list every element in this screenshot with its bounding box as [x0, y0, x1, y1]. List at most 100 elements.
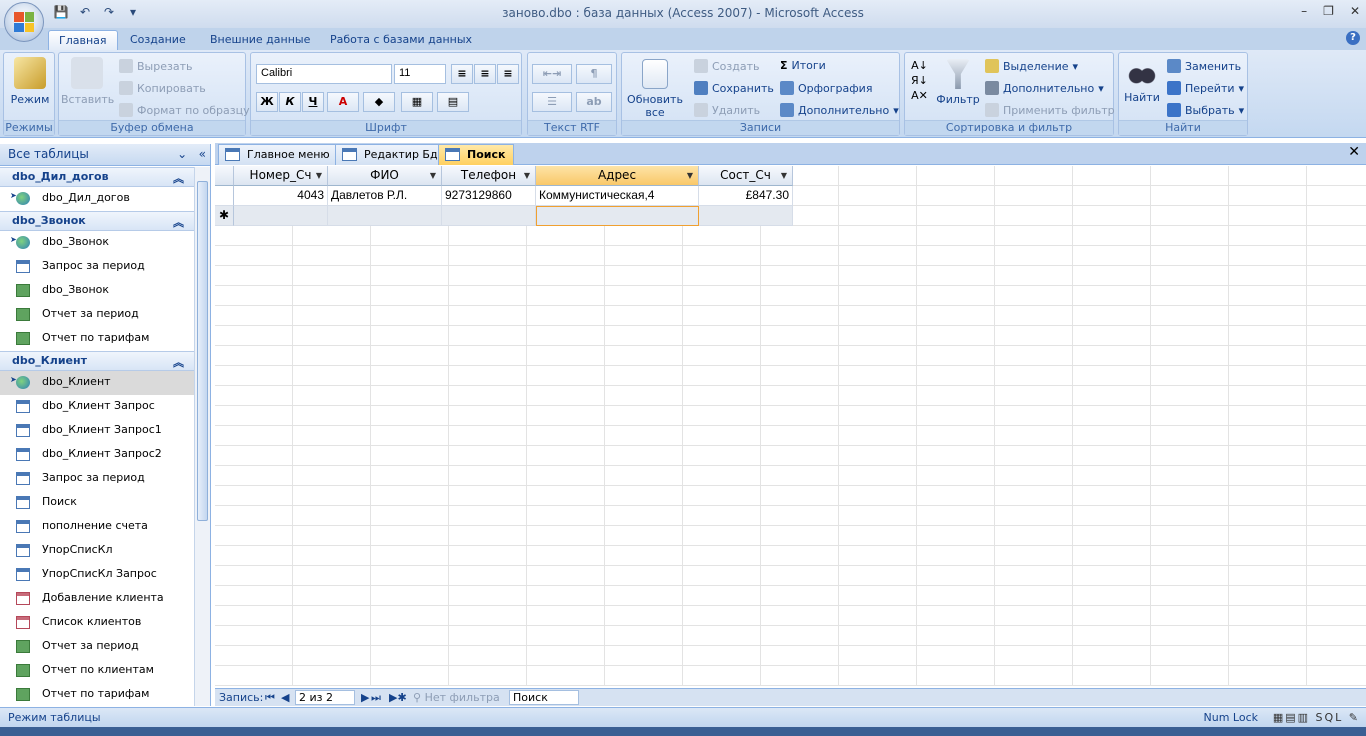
last-record-icon[interactable]: ⏭ — [371, 691, 381, 705]
tab-home[interactable]: Главная — [48, 30, 118, 50]
copy-button[interactable]: Копировать — [119, 81, 206, 95]
nav-group-header[interactable]: dbo_Звонок ︽ — [0, 211, 194, 231]
paragraph-icon[interactable]: ¶ — [576, 64, 612, 84]
font-size-select[interactable]: 11 — [394, 64, 446, 84]
tab-external-data[interactable]: Внешние данные — [200, 30, 320, 50]
replace-button[interactable]: Заменить — [1167, 59, 1241, 73]
new-row-cell[interactable] — [442, 206, 536, 226]
totals-button[interactable]: Σ Итоги — [780, 59, 826, 72]
nav-item[interactable]: Список клиентов — [0, 611, 194, 635]
new-row-selector[interactable]: ✱ — [215, 206, 234, 226]
document-tab[interactable]: Редактир Бд — [335, 144, 447, 165]
close-document-icon[interactable]: ✕ — [1348, 144, 1360, 160]
advanced-filter-button[interactable]: Дополнительно ▾ — [985, 81, 1104, 95]
column-header[interactable]: Адрес ▼ — [536, 166, 699, 186]
sort-descending-icon[interactable]: Я↓ — [911, 74, 928, 87]
collapse-chevron-icon[interactable]: ︽ — [173, 170, 184, 186]
shutter-bar-close-icon[interactable]: « — [199, 147, 206, 161]
document-tab[interactable]: Поиск — [438, 144, 515, 165]
column-dropdown-icon[interactable]: ▼ — [430, 166, 436, 185]
nav-menu-chevron-icon[interactable]: ⌄ — [177, 147, 187, 161]
nav-item[interactable]: Запрос за период — [0, 467, 194, 491]
document-tab[interactable]: Главное меню — [218, 144, 339, 165]
column-header[interactable]: Телефон ▼ — [442, 166, 536, 186]
list-icon[interactable]: ☰ — [532, 92, 572, 112]
nav-item[interactable]: Отчет по тарифам — [0, 683, 194, 706]
alternate-fill-icon[interactable]: ▤ — [437, 92, 469, 112]
format-painter-button[interactable]: Формат по образцу — [119, 103, 250, 117]
font-color-icon[interactable]: A — [327, 92, 359, 112]
row-selector[interactable] — [215, 186, 234, 206]
view-button[interactable]: Режим — [8, 57, 52, 106]
column-header[interactable]: ФИО ▼ — [328, 166, 442, 186]
nav-group-header[interactable]: dbo_Дил_догов ︽ — [0, 167, 194, 187]
table-cell[interactable]: Коммунистическая,4 — [536, 186, 699, 206]
nav-item[interactable]: dbo_Клиент Запрос2 — [0, 443, 194, 467]
table-cell[interactable]: £847.30 — [699, 186, 793, 206]
nav-item[interactable]: Запрос за период — [0, 255, 194, 279]
indent-icon[interactable]: ⇤⇥ — [532, 64, 572, 84]
column-dropdown-icon[interactable]: ▼ — [316, 166, 322, 185]
column-dropdown-icon[interactable]: ▼ — [524, 166, 530, 185]
nav-group-header[interactable]: dbo_Клиент ︽ — [0, 351, 194, 371]
highlight-icon[interactable]: ab — [576, 92, 612, 112]
bold-button[interactable]: Ж — [256, 92, 278, 112]
nav-pane-header[interactable]: Все таблицы ⌄ « — [0, 144, 210, 166]
current-record-field[interactable]: 2 из 2 — [295, 690, 355, 705]
nav-item[interactable]: dbo_Клиент Запрос1 — [0, 419, 194, 443]
nav-item[interactable]: Отчет по клиентам — [0, 659, 194, 683]
column-dropdown-icon[interactable]: ▼ — [687, 166, 693, 185]
table-cell[interactable]: 4043 — [234, 186, 328, 206]
nav-item[interactable]: Поиск — [0, 491, 194, 515]
no-filter-indicator[interactable]: ⚲ Нет фильтра — [413, 691, 500, 704]
more-records-button[interactable]: Дополнительно ▾ — [780, 103, 899, 117]
align-left-icon[interactable]: ≡ — [451, 64, 473, 84]
filter-button[interactable]: Фильтр — [935, 59, 981, 106]
underline-button[interactable]: Ч — [302, 92, 324, 112]
cut-button[interactable]: Вырезать — [119, 59, 192, 73]
fill-color-icon[interactable]: ◆ — [363, 92, 395, 112]
gridlines-icon[interactable]: ▦ — [401, 92, 433, 112]
view-switcher-icons[interactable]: ▦▤▥ SQL ✎ — [1273, 711, 1360, 724]
column-header[interactable]: Сост_Сч ▼ — [699, 166, 793, 186]
tab-create[interactable]: Создание — [120, 30, 196, 50]
align-right-icon[interactable]: ≡ — [497, 64, 519, 84]
nav-item[interactable]: Отчет за период — [0, 635, 194, 659]
align-center-icon[interactable]: ≡ — [474, 64, 496, 84]
nav-item[interactable]: УпорСписКл Запрос — [0, 563, 194, 587]
collapse-chevron-icon[interactable]: ︽ — [173, 354, 184, 370]
tab-database-tools[interactable]: Работа с базами данных — [320, 30, 482, 50]
column-header[interactable]: Номер_Сч ▼ — [234, 166, 328, 186]
save-record-button[interactable]: Сохранить — [694, 81, 774, 95]
office-button[interactable] — [4, 2, 44, 42]
refresh-all-button[interactable]: Обновить все — [626, 59, 684, 119]
restore-button[interactable]: ❐ — [1323, 4, 1334, 18]
selection-button[interactable]: Выделение ▾ — [985, 59, 1078, 73]
font-name-select[interactable]: Calibri — [256, 64, 392, 84]
toggle-filter-button[interactable]: Применить фильтр — [985, 103, 1115, 117]
nav-item[interactable]: Добавление клиента — [0, 587, 194, 611]
nav-pane-scrollbar[interactable] — [194, 167, 210, 706]
nav-item[interactable]: dbo_Звонок — [0, 279, 194, 303]
goto-button[interactable]: Перейти ▾ — [1167, 81, 1244, 95]
new-record-icon[interactable]: ▶✱ — [389, 691, 407, 704]
first-record-icon[interactable]: ⏮ — [265, 691, 275, 705]
select-button[interactable]: Выбрать ▾ — [1167, 103, 1244, 117]
sort-ascending-icon[interactable]: A↓ — [911, 59, 928, 72]
close-button[interactable]: ✕ — [1350, 4, 1360, 18]
prev-record-icon[interactable]: ◀ — [281, 691, 289, 704]
nav-item[interactable]: dbo_Клиент Запрос — [0, 395, 194, 419]
column-dropdown-icon[interactable]: ▼ — [781, 166, 787, 185]
nav-item[interactable]: пополнение счета — [0, 515, 194, 539]
nav-scroll-thumb[interactable] — [197, 181, 208, 521]
new-record-button[interactable]: Создать — [694, 59, 760, 73]
table-cell[interactable]: Давлетов Р.Л. — [328, 186, 442, 206]
table-cell[interactable]: 9273129860 — [442, 186, 536, 206]
next-record-icon[interactable]: ▶ — [361, 691, 369, 704]
nav-item[interactable]: ➤ dbo_Клиент — [0, 371, 194, 395]
collapse-chevron-icon[interactable]: ︽ — [173, 214, 184, 230]
select-all-corner[interactable] — [215, 166, 234, 186]
paste-button[interactable]: Вставить — [61, 57, 114, 106]
clear-sort-icon[interactable]: A✕ — [911, 89, 928, 102]
nav-item[interactable]: ➤ dbo_Звонок — [0, 231, 194, 255]
